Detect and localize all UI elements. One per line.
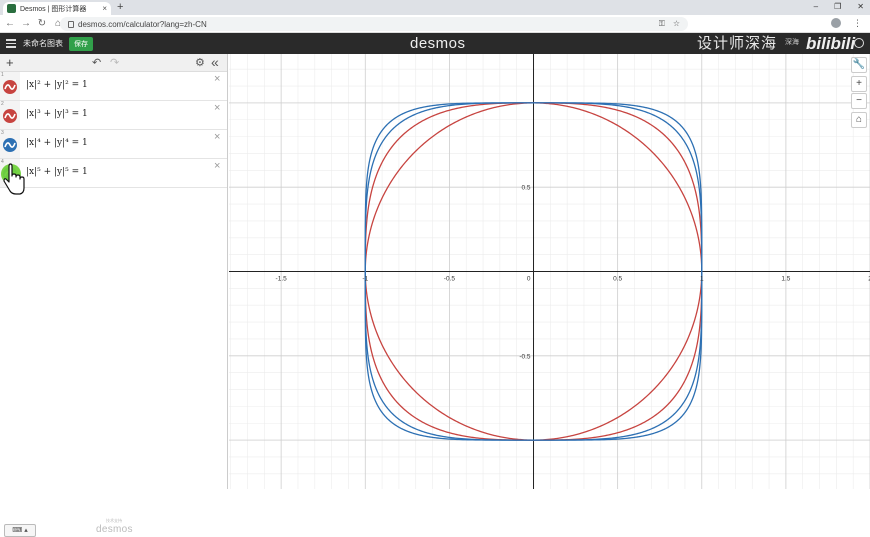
close-window-icon[interactable]: ✕: [857, 1, 864, 13]
x-tick-label: -1: [362, 276, 368, 283]
url-text[interactable]: desmos.com/calculator?lang=zh-CN: [78, 20, 655, 29]
bookmark-star-icon[interactable]: ☆: [673, 19, 680, 29]
x-tick-label: 1: [700, 276, 704, 283]
undo-icon[interactable]: ↶: [92, 56, 101, 69]
delete-expression-icon[interactable]: ×: [214, 161, 220, 172]
powered-by-desmos: 技术支持 desmos: [96, 518, 133, 535]
back-icon[interactable]: ←: [4, 18, 16, 29]
watermark-text: 设计师深海: [697, 35, 778, 52]
desmos-favicon-icon: [7, 4, 16, 13]
zoom-out-button[interactable]: −: [851, 93, 867, 109]
reload-icon[interactable]: ↻: [36, 18, 48, 29]
browser-tab-strip: Desmos | 图形计算器 × + – ❐ ✕: [0, 0, 870, 15]
expression-toolbar: + ↶ ↷ ⚙ «: [0, 54, 227, 72]
expression-row[interactable]: 4 |x|⁵ + |y|⁵ = 1 ×: [0, 159, 227, 188]
lock-icon: [68, 20, 74, 28]
expression-number: 3: [1, 130, 4, 136]
expression-row[interactable]: 3 |x|⁴ + |y|⁴ = 1 ×: [0, 130, 227, 159]
zoom-in-button[interactable]: +: [851, 76, 867, 92]
expression-row[interactable]: 1 |x|² + |y|² = 1 ×: [0, 72, 227, 101]
graph-svg: -1.5-1-0.500.511.520.5-0.5: [229, 54, 870, 489]
delete-expression-icon[interactable]: ×: [214, 132, 220, 143]
keyboard-toggle-button[interactable]: ⌨ ▴: [4, 524, 36, 537]
collapse-panel-icon[interactable]: «: [211, 54, 219, 70]
hamburger-menu-icon[interactable]: [6, 39, 16, 48]
expression-latex[interactable]: |x|³ + |y|³ = 1: [26, 109, 88, 119]
curve-color-icon[interactable]: [3, 109, 17, 123]
expression-latex[interactable]: |x|⁴ + |y|⁴ = 1: [26, 138, 88, 148]
help-icon[interactable]: [854, 38, 864, 48]
add-expression-button[interactable]: +: [6, 56, 14, 69]
expression-panel: + ↶ ↷ ⚙ « 1 |x|² + |y|² = 1 × 2 |x|³ + |…: [0, 54, 228, 537]
gear-icon[interactable]: ⚙: [195, 56, 205, 69]
redo-icon[interactable]: ↷: [110, 56, 119, 69]
browser-nav-bar: ← → ↻ ⌂ desmos.com/calculator?lang=zh-CN…: [0, 15, 870, 33]
forward-icon[interactable]: →: [20, 18, 32, 29]
graph-paper[interactable]: -1.5-1-0.500.511.520.5-0.5: [229, 54, 870, 489]
x-tick-label: 0: [527, 276, 531, 283]
curve-color-icon[interactable]: [3, 80, 17, 94]
curve-color-icon[interactable]: [3, 138, 17, 152]
new-tab-button[interactable]: +: [117, 1, 123, 14]
address-bar[interactable]: desmos.com/calculator?lang=zh-CN ⚿ ☆: [60, 17, 688, 31]
y-tick-label: -0.5: [519, 353, 531, 360]
browser-menu-icon[interactable]: ⋮: [853, 18, 862, 29]
expression-text: |x|² + |y|² = 1: [26, 80, 88, 90]
expression-text: |x|³ + |y|³ = 1: [26, 109, 88, 119]
expression-latex[interactable]: |x|² + |y|² = 1: [26, 80, 88, 90]
graph-settings-wrench-icon[interactable]: 🔧: [851, 57, 867, 73]
graph-title[interactable]: 未命名图表: [23, 38, 63, 49]
x-tick-label: 0.5: [613, 276, 622, 283]
expression-text: |x|⁵ + |y|⁵ = 1: [26, 167, 88, 177]
desmos-logo: desmos: [410, 35, 466, 52]
default-viewport-home-icon[interactable]: ⌂: [851, 112, 867, 128]
tab-close-icon[interactable]: ×: [102, 4, 107, 13]
browser-tab[interactable]: Desmos | 图形计算器 ×: [3, 2, 111, 15]
expression-text: |x|⁴ + |y|⁴ = 1: [26, 138, 88, 148]
key-icon[interactable]: ⚿: [659, 19, 665, 29]
desmos-header: 未命名图表 保存 desmos 设计师深海 深海 bilibili: [0, 33, 870, 54]
tab-title: Desmos | 图形计算器: [20, 5, 87, 13]
language-button[interactable]: 深海: [785, 37, 799, 47]
y-tick-label: 0.5: [521, 185, 530, 192]
save-button[interactable]: 保存: [69, 36, 93, 51]
delete-expression-icon[interactable]: ×: [214, 103, 220, 114]
keyboard-icon: ⌨ ▴: [12, 527, 28, 534]
bilibili-watermark: bilibili: [806, 34, 856, 53]
expression-number: 2: [1, 101, 4, 107]
minimize-icon[interactable]: –: [814, 1, 818, 13]
profile-avatar-icon[interactable]: [831, 18, 841, 28]
restore-icon[interactable]: ❐: [834, 1, 841, 13]
expression-number: 1: [1, 72, 4, 78]
x-tick-label: -0.5: [444, 276, 456, 283]
x-tick-label: 1.5: [781, 276, 790, 283]
window-controls: – ❐ ✕: [814, 1, 864, 13]
expression-row[interactable]: 2 |x|³ + |y|³ = 1 ×: [0, 101, 227, 130]
expression-latex[interactable]: |x|⁵ + |y|⁵ = 1: [26, 167, 88, 177]
powered-by-logo: desmos: [96, 524, 133, 535]
delete-expression-icon[interactable]: ×: [214, 74, 220, 85]
x-tick-label: -1.5: [276, 276, 288, 283]
hand-cursor-icon: [1, 163, 25, 195]
